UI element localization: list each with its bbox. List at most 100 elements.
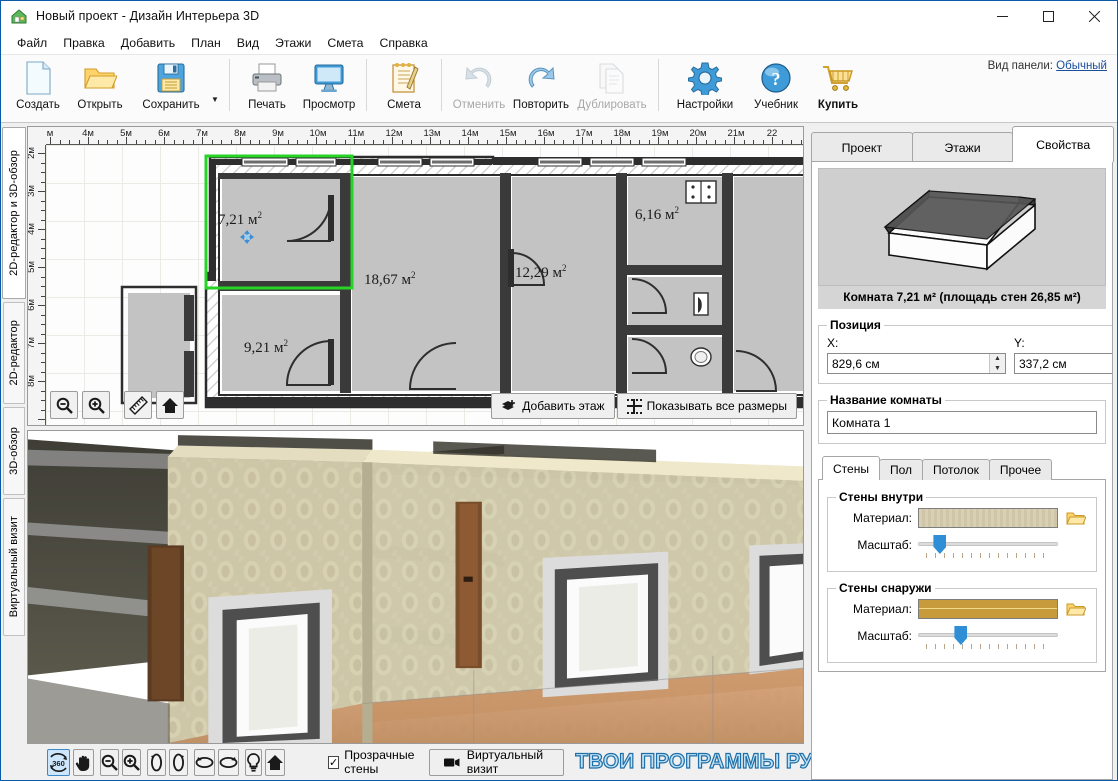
toolbar-tutorial-button[interactable]: ? Учебник <box>745 55 807 120</box>
view3d-zoom-out-button[interactable] <box>100 748 119 776</box>
virtual-visit-button[interactable]: Виртуальный визит <box>429 748 564 776</box>
tab-project[interactable]: Проект <box>811 132 913 162</box>
walls-outside-browse-button[interactable] <box>1064 599 1088 619</box>
walls-outside-scale-slider[interactable] <box>918 625 1058 649</box>
show-all-sizes-button[interactable]: Показывать все размеры <box>616 393 797 419</box>
toolbar-preview-button[interactable]: Просмотр <box>298 55 360 120</box>
position-x-spin-up[interactable]: ▲ <box>990 354 1005 364</box>
toolbar-open-button[interactable]: Открыть <box>69 55 131 120</box>
menu-help[interactable]: Справка <box>371 34 435 52</box>
walls-inside-material-swatch[interactable] <box>918 508 1058 528</box>
menu-add[interactable]: Добавить <box>113 34 183 52</box>
subtab-walls[interactable]: Стены <box>822 456 880 480</box>
menu-view[interactable]: Вид <box>229 34 267 52</box>
position-y-spinner[interactable]: ▲ ▼ <box>1014 353 1112 374</box>
toolbar-settings-button[interactable]: Настройки <box>665 55 745 120</box>
plan-zoom-in-button[interactable] <box>82 391 110 419</box>
walls-inside-scale-slider[interactable] <box>918 534 1058 558</box>
monitor-icon <box>312 60 346 96</box>
walls-outside-material-swatch[interactable] <box>918 599 1058 619</box>
area-sup-hall: 2 <box>562 263 567 273</box>
show-all-sizes-label: Показывать все размеры <box>646 399 787 413</box>
menu-floors[interactable]: Этажи <box>267 34 319 52</box>
subtab-floor[interactable]: Пол <box>878 459 923 480</box>
subtab-ceiling-label: Потолок <box>933 463 979 477</box>
tab-floors[interactable]: Этажи <box>911 132 1014 162</box>
menu-estimate[interactable]: Смета <box>319 34 371 52</box>
toolbar-redo-button[interactable]: Повторить <box>510 55 572 120</box>
transparent-walls-checkbox[interactable]: ✓ Прозрачные стены <box>328 748 416 776</box>
plan-home-button[interactable] <box>156 391 184 419</box>
windows <box>241 157 687 167</box>
position-y-input[interactable] <box>1015 354 1112 373</box>
view3d-rotate-horizontal-right-button[interactable] <box>218 748 239 776</box>
plan-canvas[interactable]: 7,21 м2 18,67 м2 9,21 м2 12,29 м2 6,16 м… <box>46 145 803 425</box>
vtab-2d-and-3d[interactable]: 2D-редактор и 3D-обзор <box>2 127 26 299</box>
walls-outside-legend: Стены снаружи <box>839 581 932 595</box>
view3d-rotate-horizontal-left-button[interactable] <box>194 748 215 776</box>
floppy-disk-icon <box>156 60 186 96</box>
panel-view-value-link[interactable]: Обычный <box>1056 60 1107 72</box>
vtab-2d-editor[interactable]: 2D-редактор <box>3 302 25 404</box>
menu-edit[interactable]: Правка <box>55 34 113 52</box>
vtab-virtual-visit[interactable]: Виртуальный визит <box>3 498 25 636</box>
add-floor-button[interactable]: Добавить этаж <box>491 393 615 419</box>
menu-plan[interactable]: План <box>183 34 229 52</box>
walls-inside-scale-thumb[interactable] <box>933 535 947 554</box>
walls-inside-browse-button[interactable] <box>1064 508 1088 528</box>
area-label-selected: 7,21 м2 <box>218 210 262 229</box>
main-toolbar: Создать Открыть Сохранить ▼ Печать Просм… <box>1 54 1117 123</box>
tab-properties[interactable]: Свойства <box>1012 126 1115 162</box>
toolbar-separator-1 <box>229 59 230 111</box>
rotate-horizontal-left-icon <box>195 756 214 768</box>
close-button[interactable] <box>1071 1 1117 32</box>
position-x-input[interactable] <box>828 354 989 373</box>
subtab-other[interactable]: Прочее <box>988 459 1053 480</box>
toolbar-settings-label: Настройки <box>676 99 734 111</box>
view3d-rotate-vertical-right-button[interactable] <box>169 748 188 776</box>
title-bar: Новый проект - Дизайн Интерьера 3D <box>1 1 1117 32</box>
view-3d-panel[interactable] <box>27 430 804 744</box>
walls-inside-scale-row: Масштаб: <box>836 534 1088 558</box>
save-dropdown-caret-icon[interactable]: ▼ <box>211 95 223 104</box>
maximize-button[interactable] <box>1025 1 1071 32</box>
view3d-rotate-vertical-left-button[interactable] <box>147 748 166 776</box>
subtab-ceiling[interactable]: Потолок <box>922 459 990 480</box>
toolbar-duplicate-button[interactable]: Дублировать <box>572 55 652 120</box>
plan-zoom-out-button[interactable] <box>50 391 78 419</box>
view3d-lighting-button[interactable] <box>245 748 262 776</box>
plan-measure-button[interactable] <box>124 391 152 419</box>
walls-outside-scale-thumb[interactable] <box>954 626 968 645</box>
position-x-spinner[interactable]: ▲ ▼ <box>827 353 1006 374</box>
ruler-h-label-17: 20м <box>689 128 707 139</box>
view3d-orbit-360-button[interactable]: 360 <box>47 748 70 776</box>
floor-plan-panel[interactable]: м 4м 5м 6м 7м 8м 9м 10м 11м 12м 13м 14м … <box>27 126 804 426</box>
walls-inside-group: Стены внутри Материал: Масштаб: <box>827 490 1097 572</box>
menu-file[interactable]: Файл <box>9 34 55 52</box>
minimize-button[interactable] <box>979 1 1025 32</box>
room-fill-selected <box>222 177 340 281</box>
room-name-input[interactable] <box>827 411 1097 434</box>
position-x-spin-down[interactable]: ▼ <box>990 363 1005 373</box>
toolbar-buy-button[interactable]: Купить <box>807 55 869 120</box>
toolbar-estimate-button[interactable]: Смета <box>373 55 435 120</box>
vtab-3d-overview[interactable]: 3D-обзор <box>3 407 25 495</box>
question-ball-icon: ? <box>760 60 792 96</box>
view3d-home-button[interactable] <box>265 748 285 776</box>
transparent-walls-checkbox-box[interactable]: ✓ <box>328 755 340 769</box>
ruler-h-label-11: 14м <box>461 128 479 139</box>
toolbar-undo-button[interactable]: Отменить <box>448 55 510 120</box>
view3d-zoom-in-button[interactable] <box>122 748 141 776</box>
vtab-3d-overview-label: 3D-обзор <box>8 427 20 475</box>
tab-floors-label: Этажи <box>944 140 981 155</box>
ruler-h-label-13: 16м <box>537 128 555 139</box>
toolbar-create-button[interactable]: Создать <box>7 55 69 120</box>
position-x-field: X: ▲ ▼ <box>827 336 1006 374</box>
view3d-pan-button[interactable] <box>73 748 94 776</box>
toolbar-print-button[interactable]: Печать <box>236 55 298 120</box>
toolbar-estimate-label: Смета <box>387 99 421 111</box>
plan-action-buttons: Добавить этаж Показывать все размеры <box>491 393 797 419</box>
area-sup-living: 2 <box>411 270 416 280</box>
walls-outside-scale-ticks <box>926 644 1050 649</box>
toolbar-save-button[interactable]: Сохранить <box>131 55 211 120</box>
